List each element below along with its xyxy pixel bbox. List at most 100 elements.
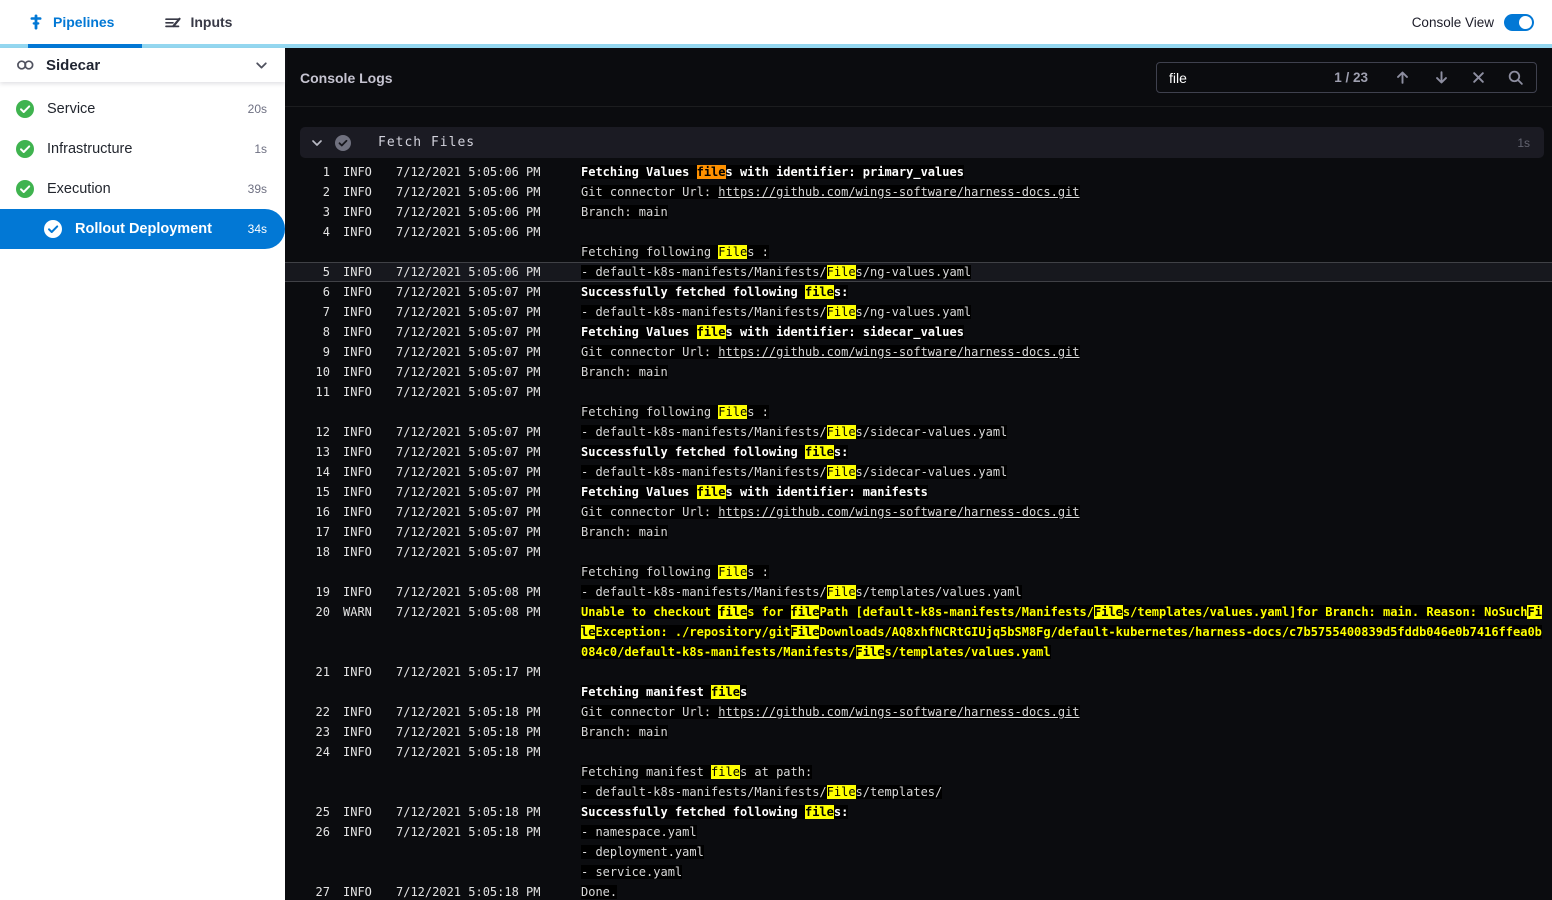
search-match: file	[711, 685, 740, 699]
sidebar-item-rollout-deployment[interactable]: Rollout Deployment 34s	[0, 209, 285, 249]
pipeline-name: Sidecar	[46, 56, 101, 74]
log-link[interactable]: https://github.com/wings-software/harnes…	[718, 185, 1080, 199]
tab-pipelines[interactable]: Pipelines	[28, 14, 114, 30]
log-message: Fetching Values files with identifier: m…	[581, 482, 1544, 502]
stage-list: Service 20s Infrastructure 1s Execution …	[0, 82, 285, 249]
check-circle-icon	[16, 140, 34, 158]
log-section-header[interactable]: Fetch Files 1s	[300, 127, 1544, 158]
search-clear-button[interactable]	[1472, 71, 1485, 84]
log-row[interactable]: 2 INFO 7/12/2021 5:05:06 PM Git connector U…	[285, 182, 1552, 202]
log-row[interactable]: 9 INFO 7/12/2021 5:05:07 PM Git connector U…	[285, 342, 1552, 362]
search-input[interactable]	[1169, 69, 1335, 86]
log-row[interactable]: - default-k8s-manifests/Manifests/Files/…	[285, 782, 1552, 802]
log-text: s with identifier: manifests	[725, 485, 928, 499]
log-row[interactable]: 16 INFO 7/12/2021 5:05:07 PM Git connector …	[285, 502, 1552, 522]
console-view-control: Console View	[1411, 13, 1534, 31]
log-row[interactable]: 13 INFO 7/12/2021 5:05:07 PM Successfully f…	[285, 442, 1552, 462]
log-message: Branch: main	[581, 202, 1544, 222]
log-text: s:	[833, 285, 849, 299]
log-text: Unable to checkout	[581, 605, 719, 619]
search-match: File	[826, 585, 856, 599]
sidebar-item-service[interactable]: Service 20s	[0, 89, 285, 129]
log-link[interactable]: https://github.com/wings-software/harnes…	[718, 705, 1080, 719]
log-text: - deployment.yaml	[581, 845, 704, 859]
log-row[interactable]: 26 INFO 7/12/2021 5:05:18 PM - namespace.ya…	[285, 822, 1552, 842]
log-text: s with identifier: sidecar_values	[725, 325, 964, 339]
log-row[interactable]: 21 INFO 7/12/2021 5:05:17 PM	[285, 662, 1552, 682]
log-row[interactable]: 25 INFO 7/12/2021 5:05:18 PM Successfully f…	[285, 802, 1552, 822]
log-row[interactable]: 12 INFO 7/12/2021 5:05:07 PM - default-k8s-…	[285, 422, 1552, 442]
search-match: File	[826, 425, 856, 439]
log-row[interactable]: 5 INFO 7/12/2021 5:05:06 PM - default-k8s-m…	[285, 262, 1552, 282]
log-text: s for	[747, 605, 791, 619]
log-row[interactable]: 3 INFO 7/12/2021 5:05:06 PM Branch: main	[285, 202, 1552, 222]
log-search: 1 / 23	[1156, 62, 1537, 93]
log-row[interactable]: Fetching manifest files at path:	[285, 762, 1552, 782]
console-view-toggle[interactable]	[1504, 13, 1534, 31]
log-message: Fetching manifest files	[581, 682, 1544, 702]
log-row[interactable]: 20 WARN 7/12/2021 5:05:08 PM Unable to chec…	[285, 602, 1552, 662]
log-text: Git connector Url:	[581, 345, 719, 359]
top-navigation: Pipelines Inputs Console View	[0, 0, 1552, 44]
log-text: Fetching Values	[581, 325, 697, 339]
log-text: - service.yaml	[581, 865, 683, 879]
log-row[interactable]: 6 INFO 7/12/2021 5:05:07 PM Successfully fe…	[285, 282, 1552, 302]
search-next-button[interactable]	[1433, 69, 1450, 86]
log-row[interactable]: 27 INFO 7/12/2021 5:05:18 PM Done.	[285, 882, 1552, 900]
search-prev-button[interactable]	[1394, 69, 1411, 86]
sidebar-item-execution[interactable]: Execution 39s	[0, 169, 285, 209]
log-row[interactable]: 17 INFO 7/12/2021 5:05:07 PM Branch: main	[285, 522, 1552, 542]
search-match-current: file	[696, 165, 726, 179]
log-row[interactable]: 4 INFO 7/12/2021 5:05:06 PM	[285, 222, 1552, 242]
console-title: Console Logs	[300, 69, 393, 86]
log-row[interactable]: 18 INFO 7/12/2021 5:05:07 PM	[285, 542, 1552, 562]
search-match: file	[718, 605, 748, 619]
log-text: s/ng-values.yaml	[855, 305, 972, 319]
log-row[interactable]: Fetching following Files :	[285, 402, 1552, 422]
log-row[interactable]: 10 INFO 7/12/2021 5:05:07 PM Branch: main	[285, 362, 1552, 382]
log-text: s:	[833, 445, 849, 459]
sidebar-item-infrastructure[interactable]: Infrastructure 1s	[0, 129, 285, 169]
log-text: s/templates/values.yaml	[855, 585, 1022, 599]
log-message: Fetching following Files :	[581, 562, 1544, 582]
search-match: file	[804, 805, 834, 819]
log-row[interactable]: 8 INFO 7/12/2021 5:05:07 PM Fetching Values…	[285, 322, 1552, 342]
log-text: s with identifier: primary_values	[725, 165, 964, 179]
log-row[interactable]: 24 INFO 7/12/2021 5:05:18 PM	[285, 742, 1552, 762]
log-row[interactable]: 1 INFO 7/12/2021 5:05:06 PM Fetching Values…	[285, 162, 1552, 182]
log-link[interactable]: https://github.com/wings-software/harnes…	[718, 345, 1080, 359]
log-text: - default-k8s-manifests/Manifests/	[581, 305, 827, 319]
inputs-icon	[164, 14, 182, 31]
log-message	[581, 662, 1544, 682]
log-text: Branch: main	[581, 525, 668, 539]
log-message: Fetching Values files with identifier: s…	[581, 322, 1544, 342]
log-row[interactable]: 15 INFO 7/12/2021 5:05:07 PM Fetching Value…	[285, 482, 1552, 502]
log-row[interactable]: Fetching following Files :	[285, 242, 1552, 262]
log-row[interactable]: 22 INFO 7/12/2021 5:05:18 PM Git connector …	[285, 702, 1552, 722]
tab-inputs[interactable]: Inputs	[164, 14, 232, 31]
log-row[interactable]: Fetching manifest files	[285, 682, 1552, 702]
search-icon[interactable]	[1507, 69, 1524, 86]
log-text: Git connector Url:	[581, 185, 719, 199]
search-match: file	[696, 485, 726, 499]
log-text: s/sidecar-values.yaml	[855, 425, 1008, 439]
log-message	[581, 222, 1544, 242]
pipeline-selector[interactable]: Sidecar	[0, 48, 285, 82]
log-message: Branch: main	[581, 522, 1544, 542]
log-row[interactable]: 11 INFO 7/12/2021 5:05:07 PM	[285, 382, 1552, 402]
tab-pipelines-label: Pipelines	[53, 14, 115, 30]
log-row[interactable]: 19 INFO 7/12/2021 5:05:08 PM - default-k8s-…	[285, 582, 1552, 602]
log-row[interactable]: Fetching following Files :	[285, 562, 1552, 582]
log-text: - default-k8s-manifests/Manifests/	[581, 425, 827, 439]
log-row[interactable]: - deployment.yaml	[285, 842, 1552, 862]
link-icon	[16, 59, 35, 71]
log-message	[581, 542, 1544, 562]
log-row[interactable]: - service.yaml	[285, 862, 1552, 882]
search-match: File	[790, 625, 820, 639]
console-view-label: Console View	[1411, 14, 1494, 30]
log-row[interactable]: 7 INFO 7/12/2021 5:05:07 PM - default-k8s-m…	[285, 302, 1552, 322]
log-row[interactable]: 14 INFO 7/12/2021 5:05:07 PM - default-k8s-…	[285, 462, 1552, 482]
log-link[interactable]: https://github.com/wings-software/harnes…	[718, 505, 1080, 519]
log-text: Fetching Values	[581, 485, 697, 499]
log-row[interactable]: 23 INFO 7/12/2021 5:05:18 PM Branch: main	[285, 722, 1552, 742]
